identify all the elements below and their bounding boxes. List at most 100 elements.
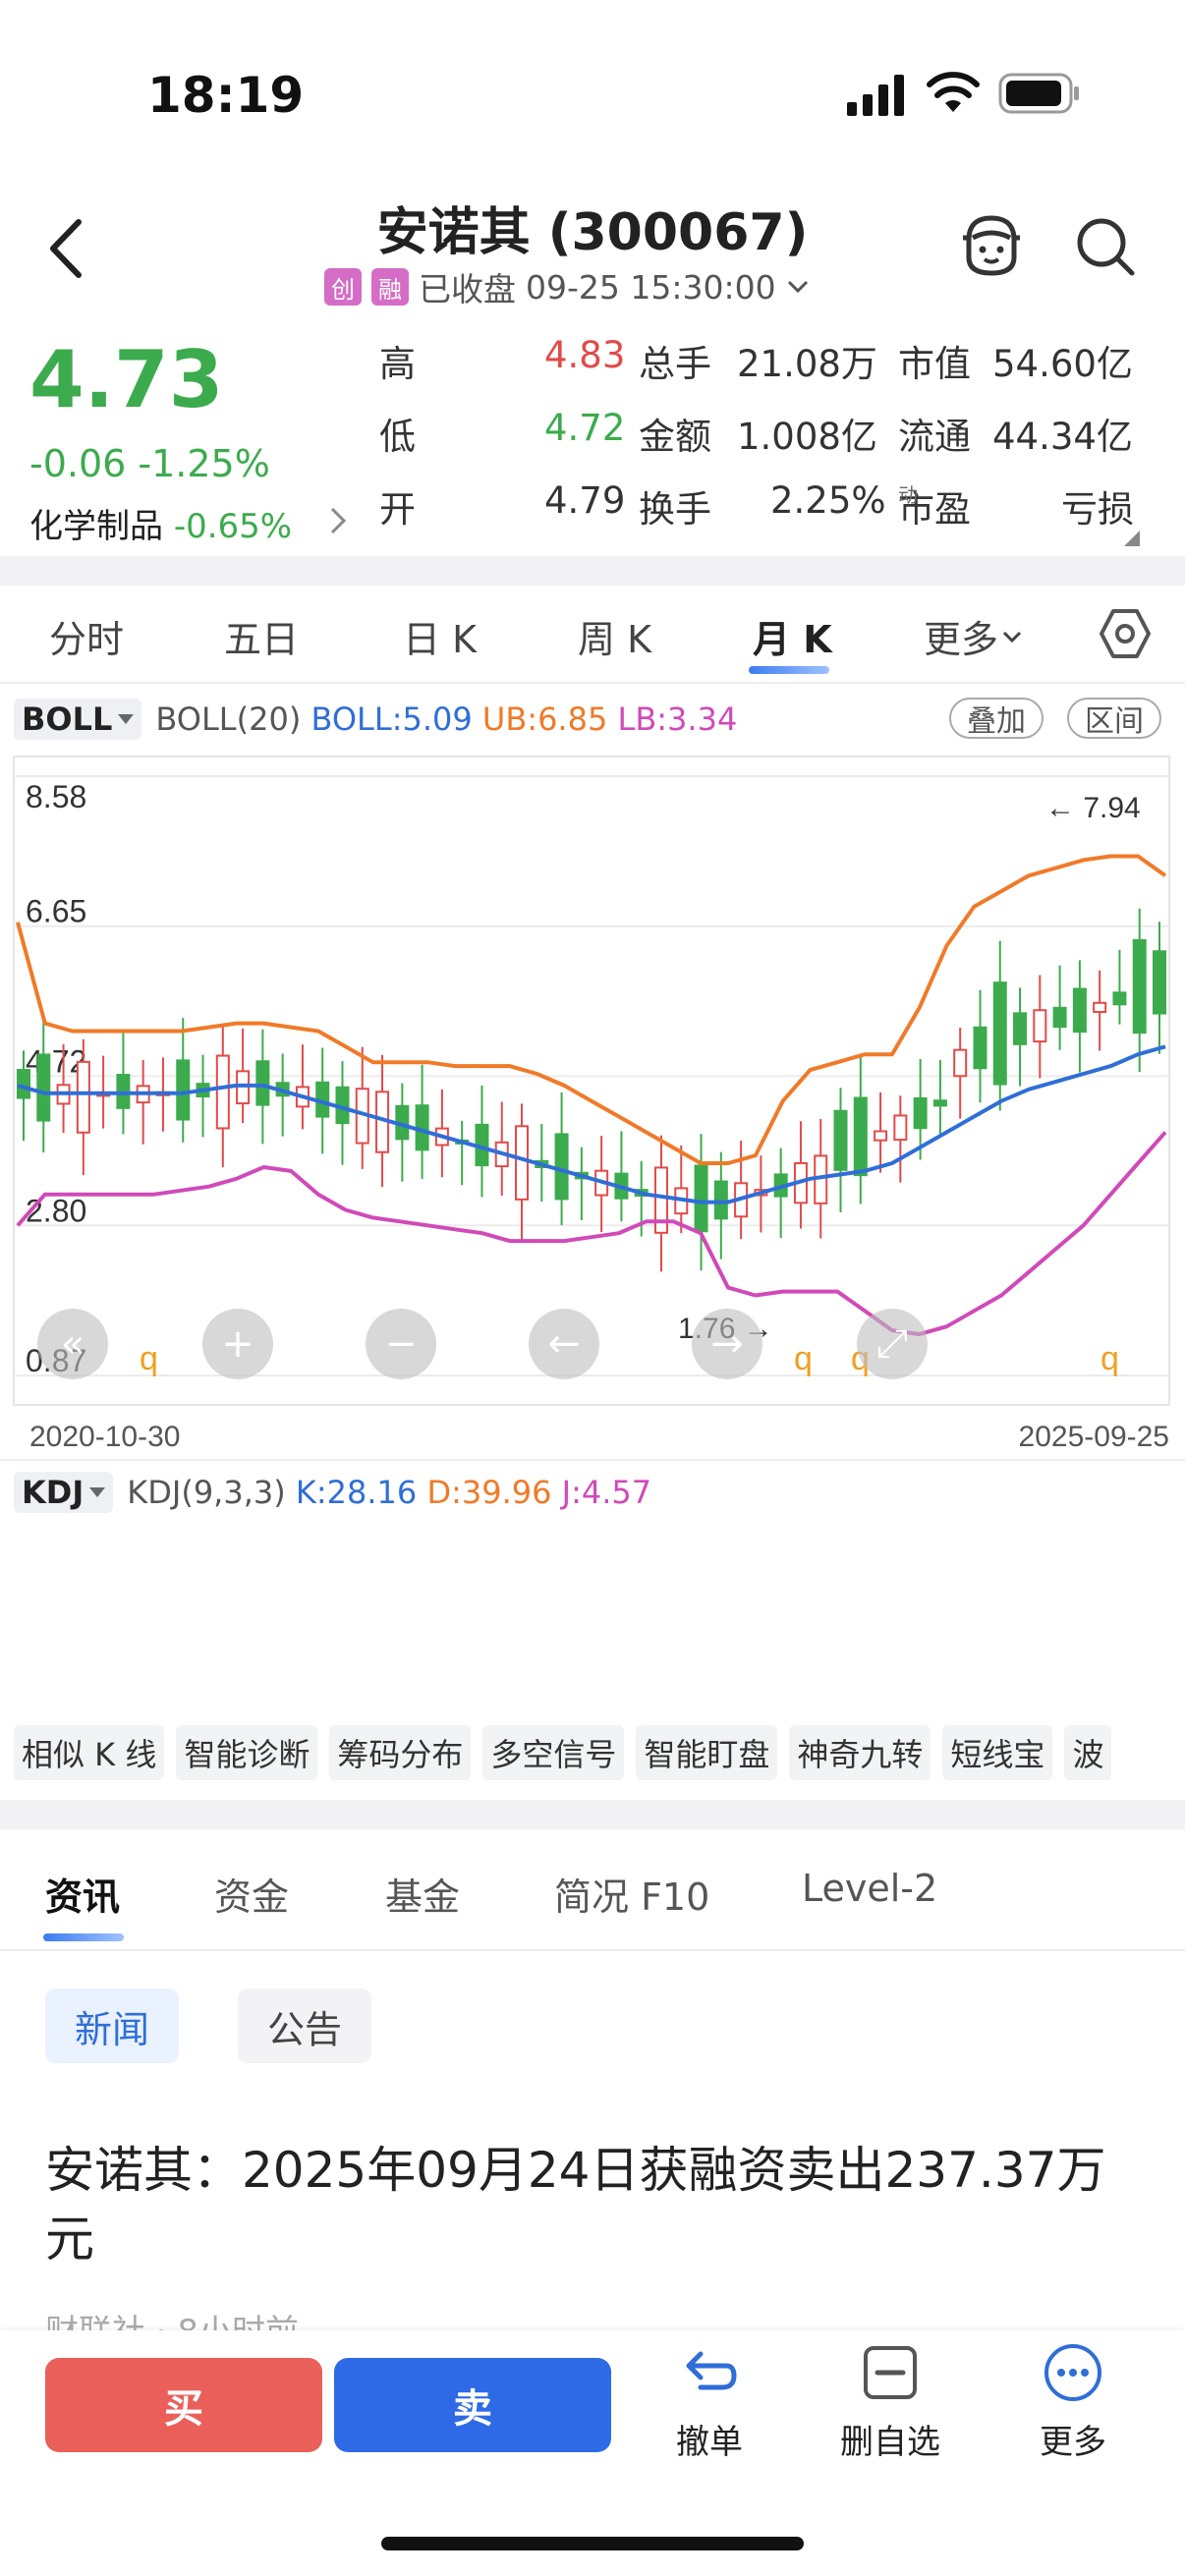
tab-f10[interactable]: 简况 F10: [554, 1867, 709, 1921]
tab-weekly-k[interactable]: 周 K: [578, 609, 651, 663]
tool-similar-kline[interactable]: 相似 K 线: [14, 1725, 165, 1780]
news-headline[interactable]: 安诺其：2025年09月24日获融资卖出237.37万元: [45, 2136, 1146, 2273]
chevron-right-icon[interactable]: [328, 505, 348, 536]
sell-button[interactable]: 卖: [334, 2358, 611, 2452]
cellular-signal-icon: [847, 75, 904, 116]
q-marker: q: [1100, 1340, 1119, 1377]
tool-chip-distribution[interactable]: 筹码分布: [329, 1725, 472, 1780]
candle-body: [1112, 991, 1127, 1006]
control-glyph: +: [221, 1321, 254, 1367]
control-glyph: ←: [547, 1321, 581, 1367]
remove-watchlist-button[interactable]: 删自选: [812, 2342, 969, 2463]
candle-body: [554, 1133, 569, 1201]
wifi-icon: [927, 72, 980, 112]
candle-body: [913, 1096, 928, 1130]
section-divider: [0, 556, 1185, 586]
tool-magic-nine[interactable]: 神奇九转: [789, 1725, 931, 1780]
candle-body: [992, 981, 1007, 1086]
tab-fund[interactable]: 基金: [385, 1867, 460, 1921]
value-high: 4.83: [544, 334, 626, 376]
candle-body: [1132, 938, 1147, 1035]
candle-body: [215, 1054, 230, 1130]
quote-row-high: 高 4.83 总手 21.08万 市值 54.60亿: [379, 334, 1146, 393]
pan-right-icon[interactable]: →: [692, 1309, 762, 1379]
label-open: 开: [379, 488, 416, 531]
candle-body: [176, 1059, 191, 1121]
label-amount: 金额: [639, 416, 711, 458]
q-marker: q: [140, 1340, 158, 1377]
status-time: 18:19: [147, 67, 305, 124]
market-status: 已收盘: [419, 270, 516, 308]
remove-watchlist-icon: [864, 2346, 917, 2399]
kdj-j-value: J:4.57: [561, 1474, 652, 1511]
corner-triangle-icon: [1124, 531, 1140, 546]
kdj-params: KDJ(9,3,3): [127, 1474, 286, 1511]
control-glyph: «: [61, 1321, 85, 1367]
market-status-row[interactable]: 创 融 已收盘 09-25 15:30:00: [324, 265, 810, 308]
x-tick-label: 2020-10-30: [29, 1421, 180, 1453]
battery-icon: [998, 73, 1079, 114]
range-button[interactable]: 区间: [1067, 698, 1161, 739]
zoom-out-icon[interactable]: −: [366, 1309, 436, 1379]
tab-intraday[interactable]: 分时: [49, 609, 124, 663]
kline-chart[interactable]: 8.586.654.722.800.872020-10-302025-09-25…: [0, 747, 1185, 1474]
chip-news[interactable]: 新闻: [45, 1988, 180, 2063]
tool-smart-monitor[interactable]: 智能盯盘: [636, 1725, 778, 1780]
overlay-button[interactable]: 叠加: [949, 698, 1044, 739]
y-tick-label: 6.65: [26, 894, 86, 929]
search-icon[interactable]: [1075, 216, 1136, 277]
kdj-selector[interactable]: KDJ: [14, 1472, 114, 1513]
quote-datetime: 09-25 15:30:00: [526, 267, 776, 307]
candle-body: [515, 1125, 530, 1201]
fullscreen-icon[interactable]: ⤢: [857, 1309, 928, 1379]
pan-left-icon[interactable]: ←: [529, 1309, 599, 1379]
tab-news[interactable]: 资讯: [45, 1867, 120, 1921]
tool-wave[interactable]: 波: [1064, 1725, 1112, 1780]
tool-long-short-signal[interactable]: 多空信号: [482, 1725, 625, 1780]
more-button[interactable]: 更多: [994, 2342, 1152, 2463]
rewind-icon[interactable]: «: [37, 1309, 108, 1379]
tool-smart-diagnosis[interactable]: 智能诊断: [176, 1725, 318, 1780]
y-tick-label: 8.58: [26, 779, 86, 814]
chevron-down-icon: [787, 280, 808, 294]
assistant-robot-icon[interactable]: [957, 212, 1026, 279]
tab-five-day[interactable]: 五日: [224, 609, 299, 663]
value-pe: 亏损: [1061, 488, 1134, 531]
buy-button[interactable]: 买: [45, 2358, 322, 2452]
candle-body: [853, 1096, 868, 1177]
settings-hexagon-icon[interactable]: [1099, 607, 1152, 660]
tools-row: 相似 K 线 智能诊断 筹码分布 多空信号 智能盯盘 神奇九转 短线宝 波: [0, 1725, 1185, 1784]
tab-level2[interactable]: Level-2: [802, 1867, 937, 1910]
sector-info[interactable]: 化学制品 -0.65%: [29, 499, 292, 547]
candle-body: [694, 1164, 708, 1233]
value-volume: 21.08万: [737, 343, 877, 385]
tag-chuang: 创: [324, 268, 362, 306]
value-low: 4.72: [544, 407, 626, 449]
tab-more[interactable]: 更多: [924, 609, 1022, 663]
active-tab-indicator: [749, 666, 829, 674]
candle-body: [255, 1060, 270, 1106]
tab-daily-k[interactable]: 日 K: [403, 609, 477, 663]
more-dots-icon: [1044, 2344, 1101, 2401]
candle-body: [833, 1109, 848, 1171]
value-amount: 1.008亿: [737, 416, 877, 458]
candle-body: [1072, 987, 1087, 1034]
boll-ub-value: UB:6.85: [481, 700, 608, 738]
label-high: 高: [379, 343, 416, 385]
q-marker: q: [794, 1340, 813, 1377]
last-price: 4.73: [29, 334, 224, 425]
control-glyph: →: [710, 1321, 744, 1367]
value-float-cap: 44.34亿: [992, 416, 1133, 458]
active-tab-indicator: [43, 1933, 124, 1941]
quote-row-low: 低 4.72 金额 1.008亿 流通 44.34亿: [379, 407, 1146, 466]
home-indicator: [381, 2537, 804, 2550]
tab-funds[interactable]: 资金: [214, 1867, 289, 1921]
chip-announcement[interactable]: 公告: [238, 1988, 372, 2063]
boll-selector[interactable]: BOLL: [14, 699, 142, 740]
cancel-order-button[interactable]: 撤单: [631, 2342, 788, 2463]
tab-monthly-k[interactable]: 月 K: [753, 609, 832, 663]
tool-short-line[interactable]: 短线宝: [942, 1725, 1053, 1780]
candle-body: [76, 1060, 90, 1134]
zoom-in-icon[interactable]: +: [202, 1309, 273, 1379]
candle-body: [36, 1053, 51, 1122]
